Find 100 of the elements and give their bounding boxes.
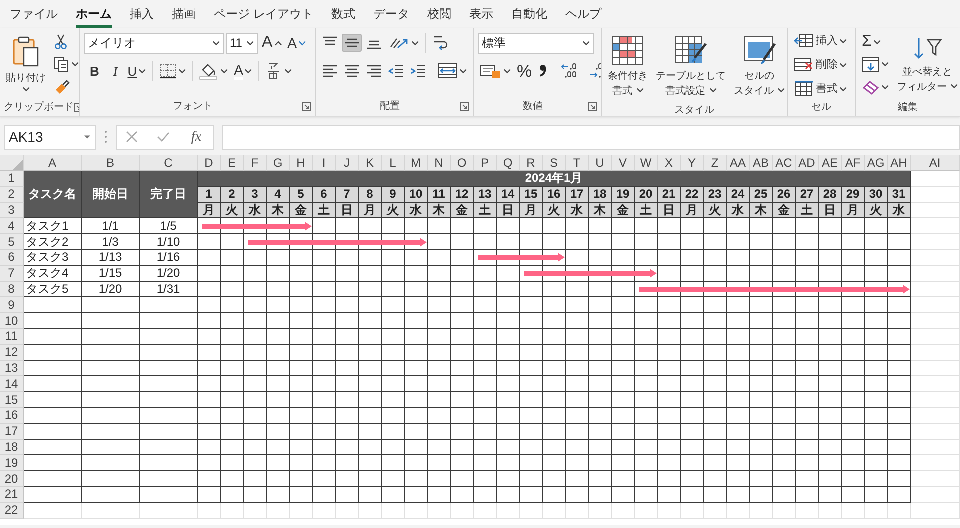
row-header[interactable]: 5 bbox=[0, 234, 24, 250]
autosum-button[interactable]: Σ bbox=[860, 32, 891, 52]
caret-icon[interactable] bbox=[882, 62, 889, 68]
column-header[interactable]: I bbox=[313, 155, 336, 171]
menu-tab[interactable]: データ bbox=[373, 5, 410, 28]
row-header[interactable]: 14 bbox=[0, 376, 24, 392]
caret-icon[interactable] bbox=[72, 62, 79, 68]
column-header[interactable]: AC bbox=[773, 155, 796, 171]
row-header[interactable]: 19 bbox=[0, 455, 24, 472]
caret-icon[interactable] bbox=[840, 62, 847, 68]
dialog-launcher-icon[interactable] bbox=[588, 102, 597, 110]
format-painter-icon[interactable] bbox=[54, 80, 70, 96]
row-header[interactable]: 10 bbox=[0, 313, 24, 329]
row-header[interactable]: 3 bbox=[0, 202, 24, 218]
row-header[interactable]: 18 bbox=[0, 440, 24, 456]
caret-icon[interactable] bbox=[247, 40, 254, 46]
menu-tab[interactable]: 描画 bbox=[172, 5, 196, 28]
caret-icon[interactable] bbox=[84, 134, 91, 140]
column-header[interactable]: AH bbox=[888, 155, 911, 171]
row-header[interactable]: 21 bbox=[0, 486, 24, 503]
sort-filter-button[interactable]: 並べ替えと フィルター bbox=[895, 31, 960, 99]
caret-icon[interactable] bbox=[583, 40, 590, 46]
menu-tab[interactable]: ファイル bbox=[10, 5, 58, 28]
column-header[interactable]: Y bbox=[681, 155, 704, 171]
grow-font-button[interactable]: A bbox=[260, 33, 284, 53]
column-header[interactable]: R bbox=[520, 155, 543, 171]
menu-tab[interactable]: 挿入 bbox=[130, 5, 154, 28]
caret-icon[interactable] bbox=[874, 40, 881, 45]
row-header[interactable]: 2 bbox=[0, 186, 24, 203]
caret-icon[interactable] bbox=[710, 88, 716, 93]
copy-button[interactable] bbox=[52, 54, 79, 75]
column-header[interactable]: AE bbox=[819, 155, 842, 171]
column-header[interactable]: L bbox=[382, 155, 405, 171]
column-header[interactable]: F bbox=[244, 155, 267, 171]
column-header[interactable]: H bbox=[290, 155, 313, 171]
column-header[interactable]: U bbox=[589, 155, 612, 171]
row-header[interactable]: 9 bbox=[0, 297, 24, 314]
fill-button[interactable] bbox=[860, 54, 891, 75]
format-cells-button[interactable]: 書式 bbox=[792, 79, 851, 99]
row-header[interactable]: 22 bbox=[0, 502, 24, 519]
cut-icon[interactable] bbox=[54, 34, 68, 50]
font-name-field[interactable]: メイリオ bbox=[84, 32, 224, 54]
insert-function-button[interactable]: fx bbox=[189, 126, 204, 148]
row-header[interactable]: 1 bbox=[0, 171, 24, 187]
column-header[interactable]: AB bbox=[750, 155, 773, 171]
column-header[interactable]: X bbox=[658, 155, 681, 171]
merge-button[interactable] bbox=[436, 61, 469, 81]
delete-cells-button[interactable]: 削除 bbox=[792, 55, 851, 75]
bold-button[interactable]: B bbox=[84, 62, 106, 80]
font-color-button[interactable]: A bbox=[232, 60, 254, 82]
align-center-icon[interactable] bbox=[344, 64, 360, 78]
caret-icon[interactable] bbox=[636, 88, 644, 93]
caret-icon[interactable] bbox=[951, 84, 958, 89]
wrap-text-icon[interactable] bbox=[432, 34, 450, 52]
column-header[interactable]: K bbox=[359, 155, 382, 171]
column-header[interactable]: E bbox=[221, 155, 244, 171]
row-header[interactable]: 6 bbox=[0, 250, 24, 266]
format-as-table-button[interactable]: テーブルとして 書式設定 bbox=[654, 31, 728, 103]
row-header[interactable]: 17 bbox=[0, 424, 24, 440]
caret-icon[interactable] bbox=[504, 68, 511, 74]
shrink-font-button[interactable]: A bbox=[286, 34, 308, 52]
column-header[interactable]: T bbox=[566, 155, 589, 171]
menu-tab[interactable]: ホーム bbox=[76, 5, 112, 28]
percent-button[interactable]: % bbox=[515, 60, 534, 82]
column-header[interactable]: AI bbox=[911, 155, 960, 171]
comma-style-icon[interactable] bbox=[538, 63, 548, 79]
menu-tab[interactable]: 数式 bbox=[331, 5, 356, 28]
column-header[interactable]: B bbox=[82, 155, 140, 171]
column-header[interactable]: M bbox=[405, 155, 428, 171]
underline-button[interactable]: U bbox=[126, 62, 148, 80]
column-header[interactable]: AF bbox=[842, 155, 865, 171]
column-header[interactable]: G bbox=[267, 155, 290, 171]
column-header[interactable]: W bbox=[635, 155, 658, 171]
column-header[interactable]: Z bbox=[704, 155, 727, 171]
row-header[interactable]: 15 bbox=[0, 392, 24, 408]
column-header[interactable]: S bbox=[543, 155, 566, 171]
menu-tab[interactable]: 表示 bbox=[469, 5, 494, 28]
row-header[interactable]: 8 bbox=[0, 282, 24, 298]
column-header[interactable]: D bbox=[198, 155, 221, 171]
column-header[interactable]: P bbox=[474, 155, 497, 171]
row-header[interactable]: 11 bbox=[0, 328, 24, 345]
row-header[interactable]: 4 bbox=[0, 218, 24, 234]
dialog-launcher-icon[interactable] bbox=[460, 102, 469, 110]
italic-button[interactable]: I bbox=[107, 62, 124, 80]
menu-tab[interactable]: 校閲 bbox=[427, 5, 452, 28]
caret-icon[interactable] bbox=[22, 87, 30, 92]
caret-icon[interactable] bbox=[778, 88, 785, 93]
conditional-formatting-button[interactable]: 条件付き 書式 bbox=[606, 31, 650, 103]
number-format-field[interactable]: 標準 bbox=[478, 32, 594, 54]
column-header[interactable]: AG bbox=[865, 155, 888, 171]
caret-icon[interactable] bbox=[213, 40, 220, 46]
row-header[interactable]: 13 bbox=[0, 360, 24, 376]
formula-input-field[interactable] bbox=[222, 124, 960, 150]
caret-icon[interactable] bbox=[460, 68, 467, 74]
row-header[interactable]: 12 bbox=[0, 344, 24, 361]
paste-button[interactable]: 貼り付け bbox=[4, 31, 48, 99]
caret-icon[interactable] bbox=[221, 68, 228, 74]
font-size-field[interactable]: 11 bbox=[226, 32, 258, 54]
column-header[interactable]: C bbox=[140, 155, 198, 171]
column-header[interactable]: O bbox=[451, 155, 474, 171]
